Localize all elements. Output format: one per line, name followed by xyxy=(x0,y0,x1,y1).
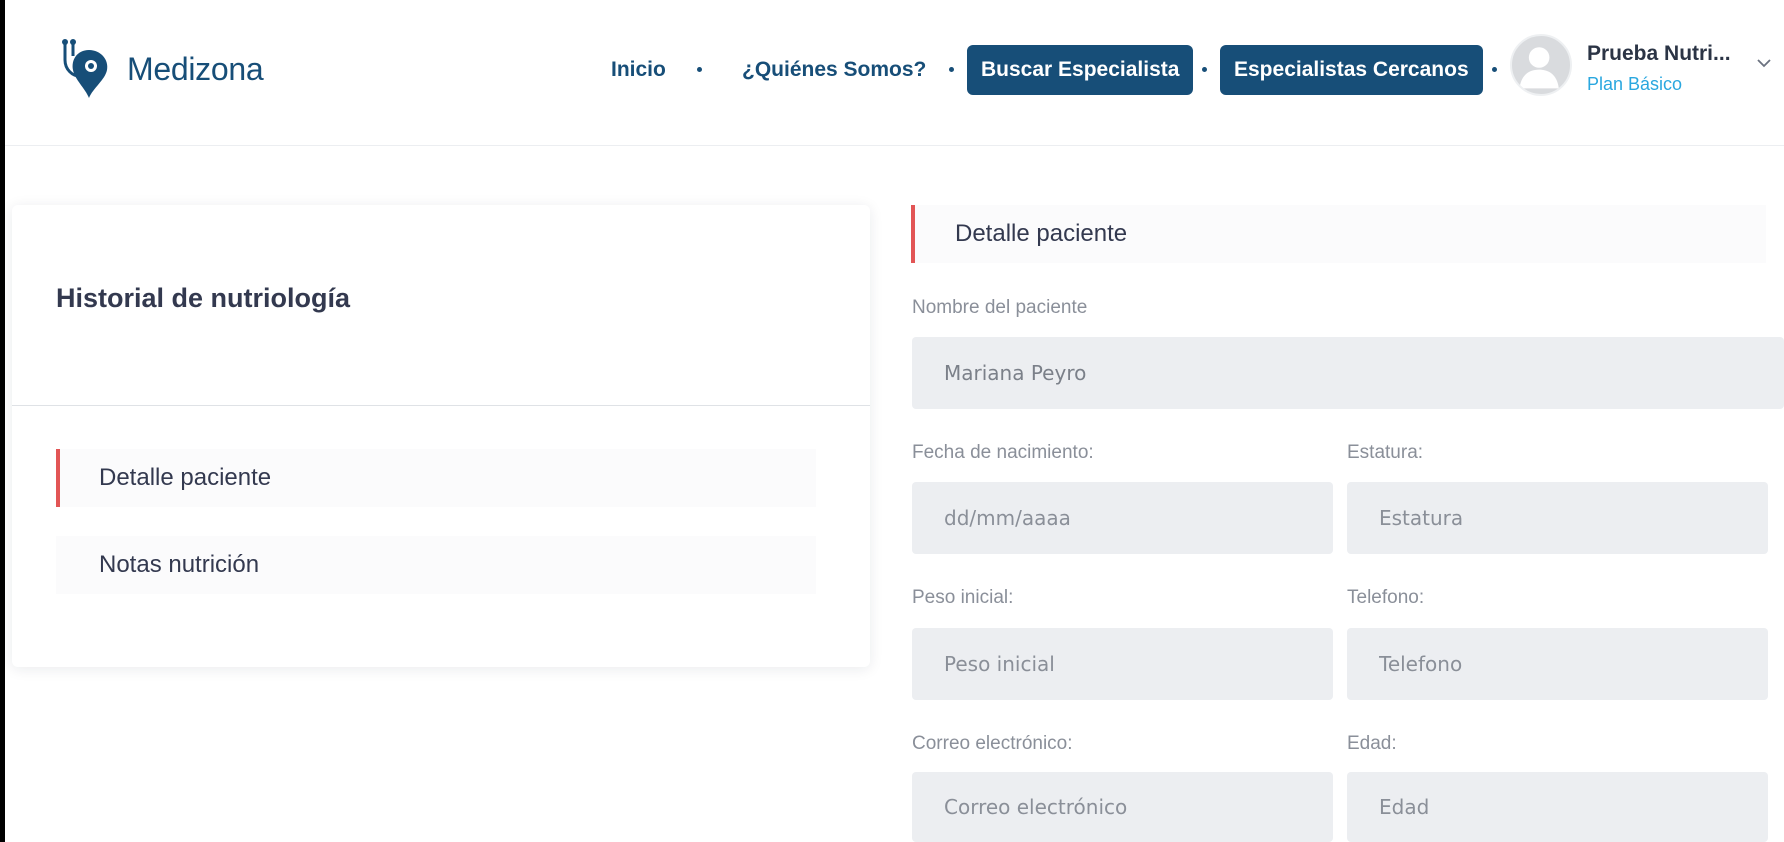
peso-label: Peso inicial: xyxy=(912,587,1014,608)
nombre-label: Nombre del paciente xyxy=(912,297,1088,318)
telefono-label: Telefono: xyxy=(1347,587,1425,608)
especialistas-cercanos-button[interactable]: Especialistas Cercanos xyxy=(1220,45,1483,95)
fecha-label: Fecha de nacimiento: xyxy=(912,442,1094,463)
telefono-field[interactable] xyxy=(1347,628,1768,700)
section-header: Detalle paciente xyxy=(911,205,1766,263)
user-name[interactable]: Prueba Nutri... xyxy=(1587,42,1731,66)
nav-inicio[interactable]: Inicio xyxy=(611,45,666,95)
card-divider xyxy=(12,405,870,406)
correo-field[interactable] xyxy=(912,772,1333,842)
fecha-nacimiento-field[interactable] xyxy=(912,482,1333,554)
peso-inicial-field[interactable] xyxy=(912,628,1333,700)
nav-separator xyxy=(1492,67,1497,72)
chevron-down-icon[interactable] xyxy=(1757,58,1771,68)
user-plan: Plan Básico xyxy=(1587,74,1683,94)
nutrition-history-card: Historial de nutriología Detalle pacient… xyxy=(12,205,870,667)
nav-separator xyxy=(1202,67,1207,72)
card-title: Historial de nutriología xyxy=(56,283,351,313)
correo-label: Correo electrónico: xyxy=(912,733,1073,754)
section-title: Detalle paciente xyxy=(955,220,1128,247)
menu-item-detalle-paciente[interactable]: Detalle paciente xyxy=(56,449,816,507)
edad-label: Edad: xyxy=(1347,733,1397,754)
nav-quienes-somos[interactable]: ¿Quiénes Somos? xyxy=(742,45,926,95)
user-avatar-icon[interactable] xyxy=(1510,34,1572,96)
menu-item-notas-nutricion[interactable]: Notas nutrición xyxy=(56,536,816,594)
top-header: Medizona Inicio ¿Quiénes Somos? Buscar E… xyxy=(5,0,1784,146)
nombre-field[interactable] xyxy=(912,337,1784,409)
edad-field[interactable] xyxy=(1347,772,1768,842)
nav-separator xyxy=(949,67,954,72)
estatura-label: Estatura: xyxy=(1347,442,1424,463)
estatura-field[interactable] xyxy=(1347,482,1768,554)
buscar-especialista-button[interactable]: Buscar Especialista xyxy=(967,45,1194,95)
nav-separator xyxy=(697,67,702,72)
